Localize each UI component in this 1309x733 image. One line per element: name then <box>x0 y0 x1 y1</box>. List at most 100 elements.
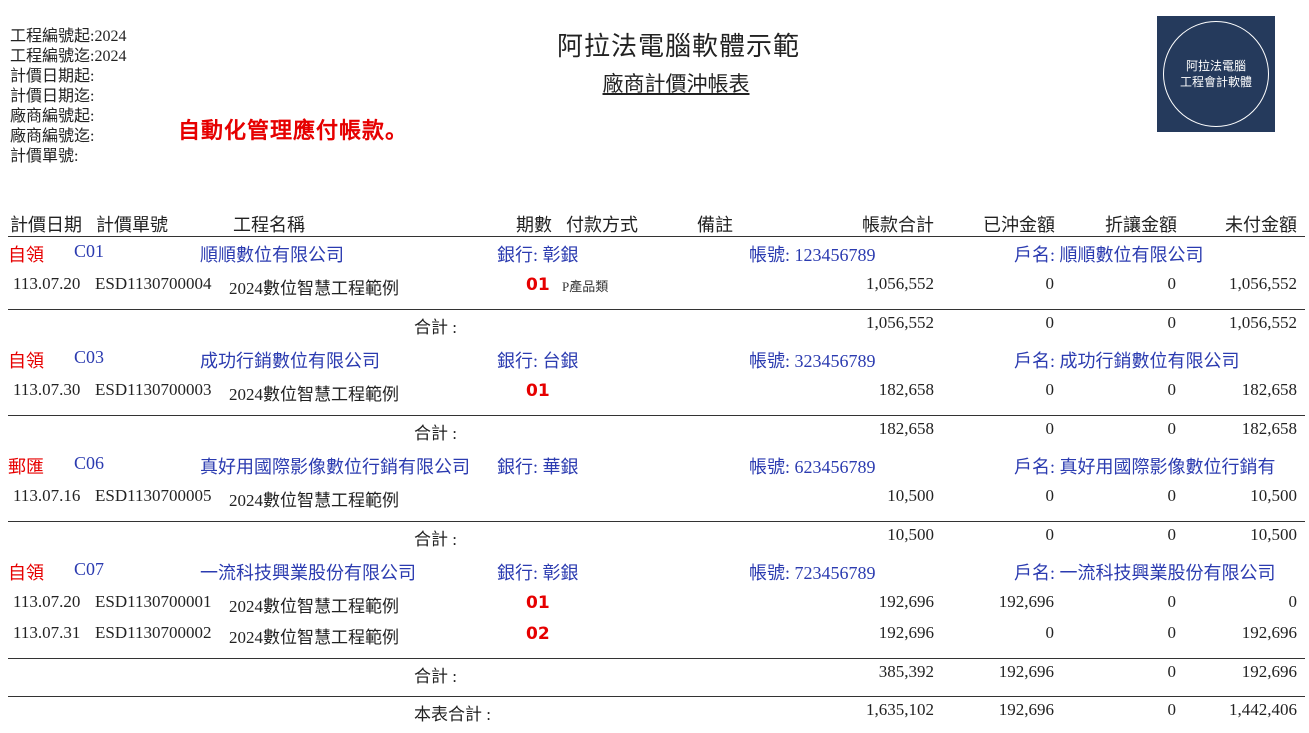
row-unpaid: 0 <box>1288 592 1298 611</box>
col-offset: 已沖金額 <box>983 215 1055 235</box>
vendor-holder: 戶名: 真好用國際影像數位行銷有 <box>1014 457 1276 477</box>
row-date: 113.07.20 <box>13 274 81 293</box>
row-note: P產品類 <box>562 279 609 294</box>
col-period: 期數 <box>516 215 552 235</box>
vendor-code: C06 <box>74 453 105 473</box>
subtotal-unpaid: 1,056,552 <box>1229 313 1297 332</box>
vendor-holder: 戶名: 順順數位有限公司 <box>1014 245 1204 265</box>
row-unpaid: 1,056,552 <box>1229 274 1297 293</box>
row-date: 113.07.31 <box>13 623 81 642</box>
col-unpaid: 未付金額 <box>1225 215 1297 235</box>
row-discount: 0 <box>1167 380 1177 399</box>
logo-line-2: 工程會計軟體 <box>1179 75 1252 89</box>
grand-total-unpaid: 1,442,406 <box>1229 700 1297 719</box>
filter-pricing-no: 計價單號: <box>10 148 79 165</box>
row-unpaid: 10,500 <box>1250 486 1297 505</box>
row-period: 02 <box>526 624 550 644</box>
col-total: 帳款合計 <box>862 215 934 235</box>
grand-total-total: 1,635,102 <box>866 700 934 719</box>
row-total: 1,056,552 <box>866 274 934 293</box>
subtotal-discount: 0 <box>1167 662 1177 681</box>
row-discount: 0 <box>1167 486 1177 505</box>
vendor-pay-method: 自領 <box>8 351 44 371</box>
row-total: 182,658 <box>878 380 934 399</box>
vendor-pay-method: 自領 <box>8 245 44 265</box>
grand-total-label: 本表合計 : <box>414 705 491 724</box>
subtotal-unpaid: 182,658 <box>1241 419 1297 438</box>
col-pay-method: 付款方式 <box>566 215 638 235</box>
col-no: 計價單號 <box>96 215 168 235</box>
subtotal-unpaid: 10,500 <box>1250 525 1297 544</box>
vendor-pay-method: 郵匯 <box>8 457 44 477</box>
logo-line-1: 阿拉法電腦 <box>1185 59 1246 73</box>
row-period: 01 <box>526 275 550 295</box>
row-no: ESD1130700004 <box>95 274 212 293</box>
subtotal-label: 合計 : <box>414 424 457 443</box>
vendor-account: 帳號: 723456789 <box>749 563 876 583</box>
row-no: ESD1130700002 <box>95 623 212 642</box>
col-remark: 備註 <box>697 215 733 235</box>
subtotal-discount: 0 <box>1167 313 1177 332</box>
company-title: 阿拉法電腦軟體示範 <box>556 32 800 61</box>
vendor-code: C07 <box>74 559 105 579</box>
vendor-name: 順順數位有限公司 <box>200 245 344 265</box>
vendor-holder: 戶名: 一流科技興業股份有限公司 <box>1014 563 1276 583</box>
row-project: 2024數位智慧工程範例 <box>229 597 399 616</box>
col-project: 工程名稱 <box>233 215 305 235</box>
vendor-account: 帳號: 323456789 <box>749 351 876 371</box>
row-period: 01 <box>526 381 550 401</box>
row-date: 113.07.16 <box>13 486 81 505</box>
col-date: 計價日期 <box>10 215 82 235</box>
row-date: 113.07.30 <box>13 380 81 399</box>
row-offset: 0 <box>1045 380 1055 399</box>
row-unpaid: 192,696 <box>1241 623 1297 642</box>
vendor-pay-method: 自領 <box>8 563 44 583</box>
row-offset: 0 <box>1045 486 1055 505</box>
vendor-bank: 銀行: 彰銀 <box>497 245 579 265</box>
subtotal-rule <box>8 521 1305 522</box>
subtotal-total: 1,056,552 <box>866 313 934 332</box>
subtotal-offset: 0 <box>1045 419 1055 438</box>
vendor-code: C03 <box>74 347 105 367</box>
row-project: 2024數位智慧工程範例 <box>229 628 399 647</box>
row-project: 2024數位智慧工程範例 <box>229 491 399 510</box>
row-total: 192,696 <box>878 623 934 642</box>
row-unpaid: 182,658 <box>1241 380 1297 399</box>
subtotal-label: 合計 : <box>414 318 457 337</box>
subtotal-total: 10,500 <box>887 525 934 544</box>
col-discount: 折讓金額 <box>1105 215 1177 235</box>
row-no: ESD1130700001 <box>95 592 212 611</box>
grand-total-discount: 0 <box>1167 700 1177 719</box>
row-no: ESD1130700005 <box>95 486 212 505</box>
logo-ring: 阿拉法電腦 工程會計軟體 <box>1163 21 1269 127</box>
subtotal-rule <box>8 415 1305 416</box>
grand-total-rule <box>8 696 1305 697</box>
vendor-code: C01 <box>74 241 105 261</box>
filter-vendor-from: 廠商編號起: <box>10 108 95 125</box>
vendor-account: 帳號: 623456789 <box>749 457 876 477</box>
row-offset: 0 <box>1045 274 1055 293</box>
subtotal-rule <box>8 658 1305 659</box>
company-logo: 阿拉法電腦 工程會計軟體 <box>1157 16 1275 132</box>
row-discount: 0 <box>1167 623 1177 642</box>
vendor-holder: 戶名: 成功行銷數位有限公司 <box>1014 351 1240 371</box>
subtotal-total: 385,392 <box>878 662 934 681</box>
vendor-name: 真好用國際影像數位行銷有限公司 <box>200 457 470 477</box>
header-rule <box>8 236 1305 237</box>
subtotal-label: 合計 : <box>414 530 457 549</box>
subtotal-unpaid: 192,696 <box>1241 662 1297 681</box>
report-title: 廠商計價沖帳表 <box>602 72 750 96</box>
vendor-bank: 銀行: 彰銀 <box>497 563 579 583</box>
row-no: ESD1130700003 <box>95 380 212 399</box>
row-discount: 0 <box>1167 592 1177 611</box>
row-total: 192,696 <box>878 592 934 611</box>
filter-vendor-to: 廠商編號迄: <box>10 128 95 145</box>
row-project: 2024數位智慧工程範例 <box>229 279 399 298</box>
row-period: 01 <box>526 593 550 613</box>
vendor-name: 成功行銷數位有限公司 <box>200 351 380 371</box>
vendor-bank: 銀行: 華銀 <box>497 457 579 477</box>
vendor-name: 一流科技興業股份有限公司 <box>200 563 416 583</box>
vendor-account: 帳號: 123456789 <box>749 245 876 265</box>
subtotal-offset: 0 <box>1045 313 1055 332</box>
row-project: 2024數位智慧工程範例 <box>229 385 399 404</box>
